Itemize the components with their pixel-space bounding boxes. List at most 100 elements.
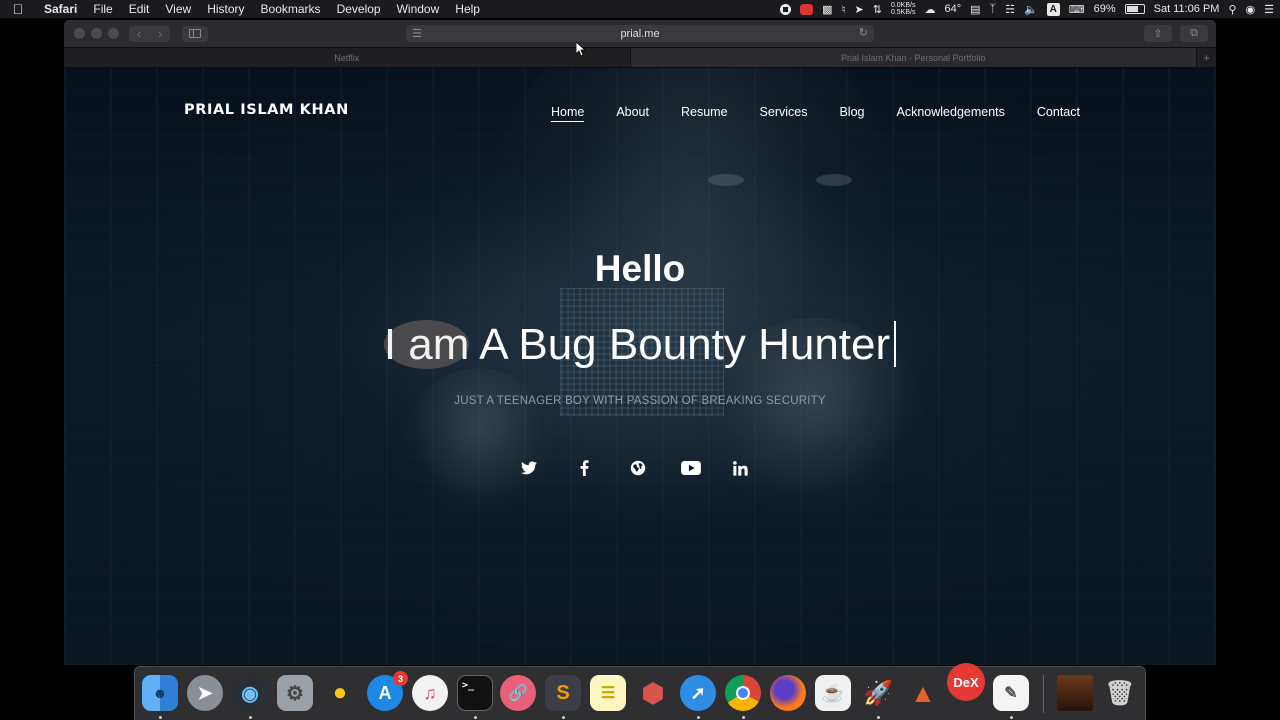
- bluetooth-icon[interactable]: ᛉ: [990, 3, 997, 15]
- battery-icon[interactable]: [1124, 4, 1145, 14]
- java-icon[interactable]: ☕: [815, 675, 851, 711]
- background-eye-left: [708, 174, 744, 186]
- textedit-icon[interactable]: ✎: [993, 675, 1029, 711]
- screen-record-icon[interactable]: [780, 3, 792, 15]
- trash-icon[interactable]: 🗑: [1102, 675, 1138, 711]
- firefox-icon[interactable]: [770, 675, 806, 711]
- launchpad-icon[interactable]: ➤: [187, 675, 223, 711]
- url-text: prial.me: [620, 27, 660, 40]
- menu-bookmarks[interactable]: Bookmarks: [253, 2, 329, 16]
- battery-percent[interactable]: 69%: [1094, 3, 1116, 15]
- nav-home[interactable]: Home: [550, 105, 585, 122]
- clock[interactable]: Sat 11:06 PM: [1154, 3, 1220, 15]
- notes-icon[interactable]: ☰: [590, 675, 626, 711]
- globe-icon[interactable]: [626, 457, 650, 479]
- dock-separator: [1043, 675, 1044, 713]
- dock: ☻ ➤ ◉ ⚙ ● A3 ♫ >_ 🔗 S ☰ ⬢ ➚ ☕ 🚀 ▲ DeX ✎ …: [134, 663, 1146, 720]
- menu-help[interactable]: Help: [447, 2, 488, 16]
- nav-services[interactable]: Services: [760, 105, 808, 122]
- browser-toolbar: ‹ › ☰ prial.me ↻ ⇧ ⧉: [64, 20, 1216, 47]
- running-indicator: [474, 716, 477, 719]
- display-icon[interactable]: ▤: [970, 3, 980, 16]
- linkedin-icon[interactable]: [728, 457, 752, 479]
- grid-status-icon[interactable]: ▩: [822, 3, 832, 16]
- close-window-button[interactable]: [74, 28, 85, 39]
- menu-edit[interactable]: Edit: [121, 2, 158, 16]
- hero-typed-text: A Bug Bounty Hunter: [479, 320, 891, 369]
- chrome-icon[interactable]: [725, 675, 761, 711]
- triangle-app-icon[interactable]: ▲: [905, 675, 941, 711]
- menu-window[interactable]: Window: [389, 2, 448, 16]
- nav-contact[interactable]: Contact: [1037, 105, 1080, 122]
- cyberduck-icon[interactable]: ●: [322, 675, 358, 711]
- tab-portfolio[interactable]: Prial Islam Khan - Personal Portfolio: [629, 48, 1196, 67]
- location-icon[interactable]: ➤: [855, 3, 864, 16]
- status-area: ▩ ♮ ➤ ⇅ 0.0KB/s 0.5KB/s ☁ 64° ▤ ᛉ ☵ 🔈 A …: [780, 0, 1274, 18]
- spotlight-search-icon[interactable]: ⚲: [1228, 3, 1236, 16]
- red-status-icon[interactable]: [800, 3, 814, 15]
- quicktime-icon[interactable]: ◉: [232, 675, 268, 711]
- nav-resume[interactable]: Resume: [681, 105, 728, 122]
- background-hand-left: [404, 368, 554, 518]
- downloads-stack-icon[interactable]: [1057, 675, 1093, 711]
- wifi-icon[interactable]: ☵: [1005, 3, 1015, 16]
- notification-center-icon[interactable]: ☰: [1264, 3, 1274, 16]
- temperature[interactable]: 64°: [944, 3, 961, 15]
- menu-view[interactable]: View: [157, 2, 199, 16]
- menu-app-name[interactable]: Safari: [36, 2, 85, 16]
- net-up-value: 0.0KB/s: [890, 2, 916, 9]
- rocket-app-icon[interactable]: 🚀: [860, 675, 896, 711]
- running-indicator: [1010, 716, 1013, 719]
- menu-bar:  Safari File Edit View History Bookmark…: [0, 0, 1280, 18]
- siri-icon[interactable]: ◉: [1246, 3, 1256, 16]
- menu-file[interactable]: File: [85, 2, 120, 16]
- sidebar-toggle-button[interactable]: [182, 25, 208, 42]
- tab-overview-button[interactable]: ⧉: [1180, 25, 1208, 42]
- share-button[interactable]: ⇧: [1144, 25, 1172, 42]
- forward-button[interactable]: ›: [150, 26, 170, 42]
- link-app-icon[interactable]: 🔗: [500, 675, 536, 711]
- keyboard-icon[interactable]: ⌨: [1069, 3, 1085, 16]
- running-indicator: [742, 716, 745, 719]
- new-tab-button[interactable]: +: [1196, 48, 1216, 67]
- nav-about[interactable]: About: [616, 105, 649, 122]
- network-speed[interactable]: 0.0KB/s 0.5KB/s: [891, 2, 916, 16]
- site-nav: Home About Resume Services Blog Acknowle…: [550, 105, 1080, 122]
- system-preferences-icon[interactable]: ⚙: [277, 675, 313, 711]
- app-store-icon[interactable]: A3: [367, 671, 408, 711]
- headphones-icon[interactable]: ♮: [842, 3, 846, 16]
- virtual-machine-icon[interactable]: ⬢: [635, 675, 671, 711]
- input-source-icon[interactable]: A: [1046, 2, 1060, 16]
- minimize-window-button[interactable]: [91, 28, 102, 39]
- tab-netflix[interactable]: Netflix: [64, 48, 630, 67]
- reload-icon[interactable]: ↻: [859, 26, 868, 39]
- address-bar[interactable]: ☰ prial.me ↻: [406, 25, 874, 42]
- net-down-value: 0.5KB/s: [890, 9, 916, 16]
- facebook-icon[interactable]: [572, 457, 596, 479]
- running-indicator: [562, 716, 565, 719]
- tab-title: Prial Islam Khan - Personal Portfolio: [840, 52, 986, 63]
- site-brand[interactable]: PRIAL ISLAM KHAN: [184, 102, 349, 118]
- toolbar-right: ⇧ ⧉: [1144, 25, 1208, 42]
- sublime-text-icon[interactable]: S: [545, 675, 581, 711]
- menu-develop[interactable]: Develop: [329, 2, 389, 16]
- nav-blog[interactable]: Blog: [839, 105, 864, 122]
- safari-icon[interactable]: ➚: [680, 675, 716, 711]
- twitter-icon[interactable]: [517, 457, 541, 479]
- youtube-icon[interactable]: [679, 457, 703, 479]
- hero-prefix: I am: [383, 320, 470, 369]
- running-indicator: [697, 716, 700, 719]
- cloud-icon: ☁: [924, 3, 936, 16]
- finder-icon[interactable]: ☻: [142, 675, 178, 711]
- terminal-icon[interactable]: >_: [457, 675, 493, 711]
- apple-menu-icon[interactable]: : [0, 1, 36, 17]
- zoom-window-button[interactable]: [108, 28, 119, 39]
- reader-mode-icon[interactable]: ☰: [412, 27, 422, 40]
- dex-icon-label: DeX: [953, 674, 979, 690]
- nav-acknowledgements[interactable]: Acknowledgements: [897, 105, 1005, 122]
- back-button[interactable]: ‹: [129, 26, 149, 42]
- itunes-icon[interactable]: ♫: [412, 675, 448, 711]
- volume-icon[interactable]: 🔈: [1024, 3, 1038, 16]
- menu-history[interactable]: History: [199, 2, 252, 16]
- dex-icon[interactable]: DeX: [947, 663, 985, 701]
